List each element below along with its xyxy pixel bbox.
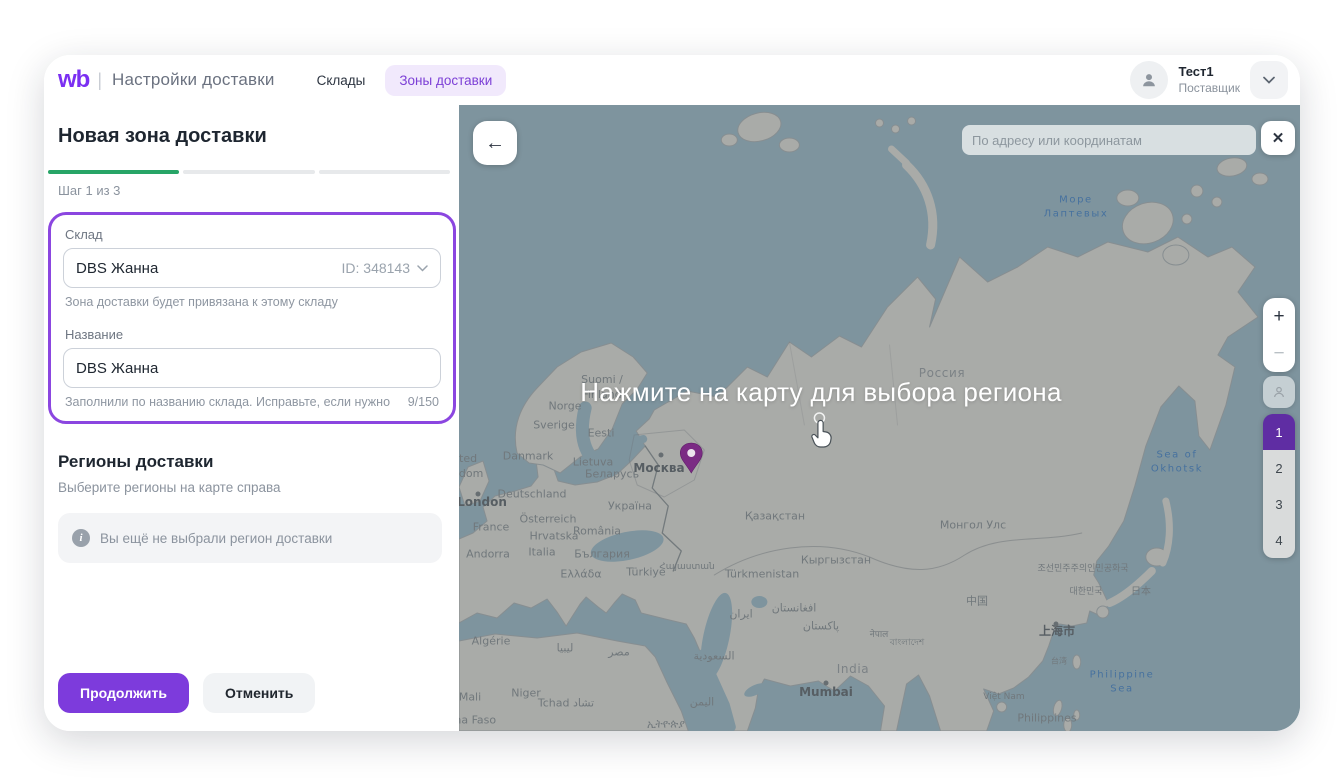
empty-regions-notice: i Вы ещё не выбрали регион доставки — [58, 513, 442, 563]
panel-actions: Продолжить Отменить — [58, 673, 315, 713]
delivery-settings-window: wb | Настройки доставки Склады Зоны дост… — [44, 55, 1300, 731]
map-page-switcher: 1234 — [1263, 414, 1295, 558]
back-button[interactable]: ← — [473, 121, 517, 165]
progress-segment — [183, 170, 314, 174]
warehouse-helper: Зона доставки будет привязана к этому ск… — [65, 295, 441, 309]
logo-divider: | — [97, 70, 102, 91]
map-area: Море ЛаптевыхSea of OkhotskPhilippine Se… — [459, 105, 1300, 731]
wb-logo: wb — [58, 66, 89, 94]
map-hint-text: Нажмите на карту для выбора региона — [580, 377, 1061, 408]
step-label: Шаг 1 из 3 — [58, 183, 459, 198]
chevron-down-icon — [1263, 76, 1275, 84]
info-icon: i — [72, 529, 90, 547]
progress-segment — [48, 170, 179, 174]
regions-title: Регионы доставки — [58, 452, 459, 472]
warehouse-select[interactable]: DBS Жанна ID: 348143 — [63, 248, 441, 288]
user-role: Поставщик — [1178, 81, 1240, 96]
map-page-3[interactable]: 3 — [1263, 486, 1295, 522]
step-progress-bar — [48, 170, 450, 174]
map-page-2[interactable]: 2 — [1263, 450, 1295, 486]
tab-warehouses[interactable]: Склады — [303, 65, 380, 96]
name-helper: Заполнили по названию склада. Исправьте,… — [65, 395, 441, 409]
warehouse-id: ID: 348143 — [342, 260, 411, 276]
header-tabs: Склады Зоны доставки — [303, 65, 507, 96]
zoom-in-button[interactable]: + — [1263, 298, 1295, 335]
zoom-controls: + − — [1263, 298, 1295, 372]
app-header: wb | Настройки доставки Склады Зоны дост… — [44, 55, 1300, 105]
app-title: Настройки доставки — [112, 70, 275, 90]
cancel-button[interactable]: Отменить — [203, 673, 315, 713]
name-label: Название — [65, 327, 441, 342]
user-info: Тест1 Поставщик — [1178, 64, 1240, 95]
continue-button[interactable]: Продолжить — [58, 673, 189, 713]
tab-delivery-zones[interactable]: Зоны доставки — [385, 65, 506, 96]
zoom-out-button[interactable]: − — [1263, 335, 1295, 372]
chevron-down-icon — [417, 265, 428, 272]
progress-segment — [319, 170, 450, 174]
close-map-button[interactable]: ✕ — [1261, 121, 1295, 155]
user-name: Тест1 — [1178, 64, 1240, 80]
map-page-1[interactable]: 1 — [1263, 414, 1295, 450]
warehouse-value: DBS Жанна — [76, 260, 158, 277]
world-map[interactable] — [459, 105, 1300, 731]
user-menu-toggle[interactable] — [1250, 61, 1288, 99]
warehouse-label: Склад — [65, 227, 441, 242]
user-menu[interactable]: Тест1 Поставщик — [1130, 61, 1288, 99]
person-icon — [1139, 70, 1159, 90]
person-icon — [1271, 384, 1287, 400]
map-page-4[interactable]: 4 — [1263, 522, 1295, 558]
char-counter: 9/150 — [408, 395, 439, 409]
regions-subtitle: Выберите регионы на карте справа — [58, 480, 459, 495]
avatar — [1130, 61, 1168, 99]
page-title: Новая зона доставки — [58, 125, 459, 148]
map-search-input[interactable] — [962, 125, 1256, 155]
zone-name-input[interactable] — [63, 348, 441, 388]
warehouse-name-group: Склад DBS Жанна ID: 348143 Зона доставки… — [48, 212, 456, 424]
locate-me-button[interactable] — [1263, 376, 1295, 408]
new-zone-panel: Новая зона доставки Шаг 1 из 3 Склад DBS… — [44, 105, 459, 731]
